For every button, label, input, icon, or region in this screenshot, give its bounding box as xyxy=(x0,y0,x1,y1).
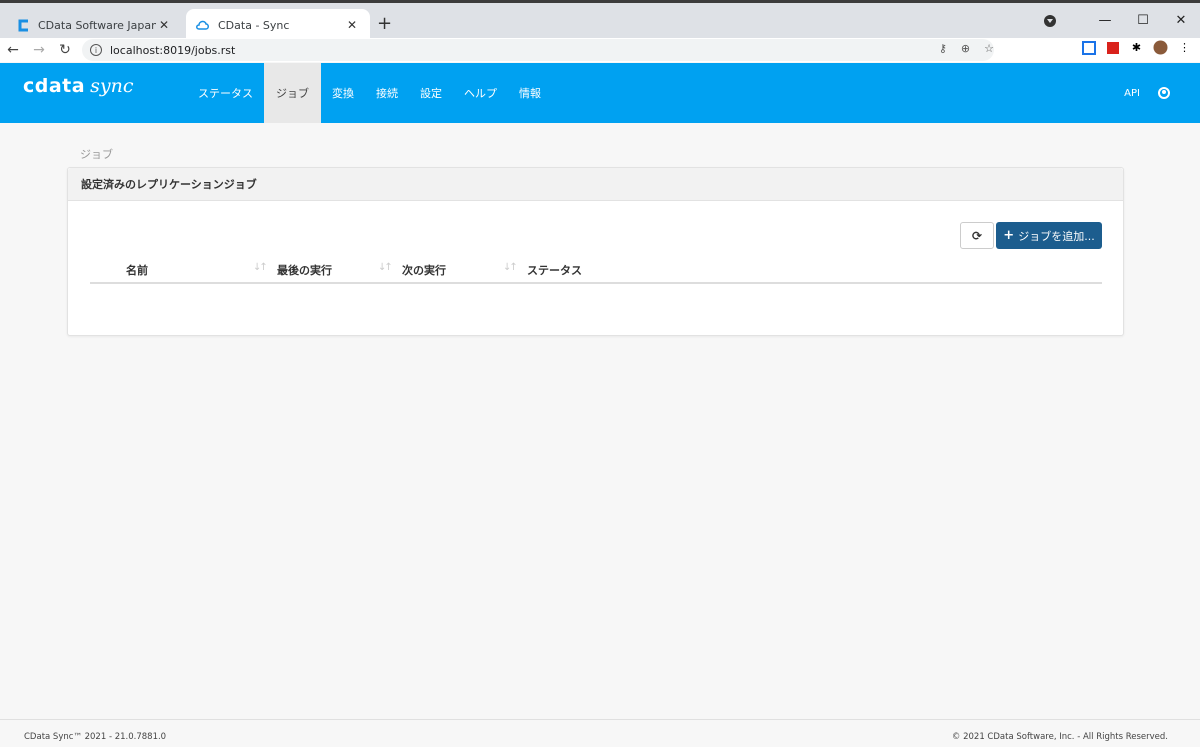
more-menu-icon[interactable]: ⋮ xyxy=(1177,40,1192,55)
back-arrow-icon[interactable]: ← xyxy=(0,42,26,58)
jobs-panel: 設定済みのレプリケーションジョブ ⟳ + ジョブを追加... 名前 ↓↑ 最後の… xyxy=(67,167,1124,336)
forward-arrow-icon[interactable]: → xyxy=(26,42,52,58)
puzzle-extensions-icon[interactable]: ✱ xyxy=(1129,40,1144,55)
version-text: CData Sync™ 2021 - 21.0.7881.0 xyxy=(24,732,167,742)
zoom-icon[interactable]: ⊕ xyxy=(961,42,970,55)
key-icon[interactable]: ⚷ xyxy=(939,42,947,55)
panel-title: 設定済みのレプリケーションジョブ xyxy=(68,168,1123,201)
url-text: localhost:8019/jobs.rst xyxy=(110,43,236,57)
maximize-button[interactable]: ☐ xyxy=(1124,13,1162,28)
nav-transform[interactable]: 変換 xyxy=(321,63,365,123)
tab-title: CData Software Japan - Downloa xyxy=(38,18,156,32)
refresh-icon: ⟳ xyxy=(971,228,983,243)
nav-connections[interactable]: 接続 xyxy=(365,63,409,123)
refresh-button[interactable]: ⟳ xyxy=(960,222,994,249)
pdf-extension-icon[interactable] xyxy=(1105,40,1120,55)
user-icon[interactable] xyxy=(1158,87,1170,99)
app-header: cdata sync ステータス ジョブ 変換 接続 設定 ヘルプ 情報 API xyxy=(0,63,1200,123)
cdata-favicon-icon xyxy=(16,18,30,32)
reload-icon[interactable]: ↻ xyxy=(52,42,78,58)
breadcrumb: ジョブ xyxy=(80,148,113,161)
nav-jobs[interactable]: ジョブ xyxy=(264,63,321,123)
nav-help[interactable]: ヘルプ xyxy=(453,63,508,123)
sort-icon[interactable]: ↓↑ xyxy=(503,262,518,273)
plus-icon: + xyxy=(1003,228,1015,243)
sort-icon[interactable]: ↓↑ xyxy=(378,262,393,273)
column-header-last-run[interactable]: 最後の実行 xyxy=(277,262,332,278)
column-header-name[interactable]: 名前 xyxy=(126,262,148,278)
footer: CData Sync™ 2021 - 21.0.7881.0 © 2021 CD… xyxy=(0,719,1200,747)
address-bar[interactable]: i localhost:8019/jobs.rst xyxy=(82,39,994,61)
nav-settings[interactable]: 設定 xyxy=(409,63,453,123)
avatar[interactable] xyxy=(1153,40,1168,55)
browser-tabstrip: CData Software Japan - Downloa ✕ CData -… xyxy=(0,0,1200,41)
star-bookmark-icon[interactable]: ☆ xyxy=(984,42,994,55)
new-tab-button[interactable]: + xyxy=(377,13,392,34)
jobs-table-header: 名前 ↓↑ 最後の実行 ↓↑ 次の実行 ↓↑ ステータス xyxy=(90,259,1102,284)
site-info-icon[interactable]: i xyxy=(90,44,102,56)
browser-toolbar: ← → ↻ i localhost:8019/jobs.rst ⚷ ⊕ ☆ ✱ … xyxy=(0,38,1200,62)
tab-close-icon[interactable]: ✕ xyxy=(156,18,172,32)
sort-icon[interactable]: ↓↑ xyxy=(253,262,268,273)
tab-title: CData - Sync xyxy=(218,18,290,32)
api-link[interactable]: API xyxy=(1124,88,1140,99)
cloud-sync-favicon-icon xyxy=(196,18,210,32)
extension-s-icon[interactable] xyxy=(1081,40,1096,55)
main-nav: ステータス ジョブ 変換 接続 設定 ヘルプ 情報 xyxy=(187,63,552,123)
column-header-status[interactable]: ステータス xyxy=(527,262,582,278)
cdata-sync-logo[interactable]: cdata sync xyxy=(23,75,133,97)
tab-close-icon[interactable]: ✕ xyxy=(344,18,360,32)
nav-info[interactable]: 情報 xyxy=(508,63,552,123)
copyright-text: © 2021 CData Software, Inc. - All Rights… xyxy=(951,732,1168,742)
browser-tab-cdata-sync[interactable]: CData - Sync ✕ xyxy=(186,9,370,41)
add-job-button[interactable]: + ジョブを追加... xyxy=(996,222,1102,249)
nav-status[interactable]: ステータス xyxy=(187,63,264,123)
close-window-button[interactable]: ✕ xyxy=(1162,13,1200,28)
minimize-button[interactable]: — xyxy=(1086,13,1124,28)
column-header-next-run[interactable]: 次の実行 xyxy=(402,262,446,278)
browser-tab-cdata-download[interactable]: CData Software Japan - Downloa ✕ xyxy=(6,9,182,41)
tab-search-icon[interactable] xyxy=(1044,14,1056,27)
